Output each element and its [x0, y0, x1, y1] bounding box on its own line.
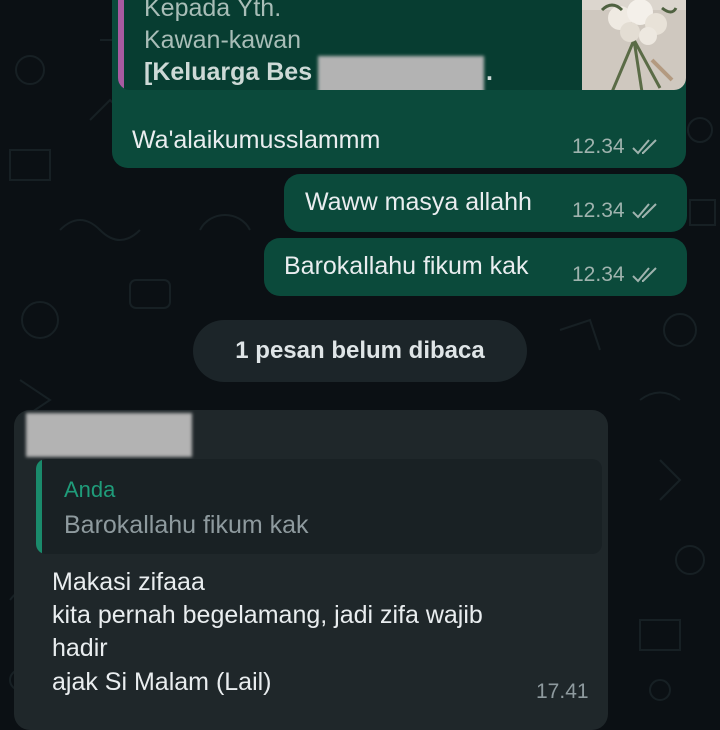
quote-line: Kawan-kawan	[144, 26, 302, 54]
outgoing-message[interactable]: Barokallahu fikum kak 12.34	[264, 238, 687, 296]
redacted-name-block	[318, 56, 484, 90]
double-check-icon	[631, 139, 657, 155]
unread-messages-divider: 1 pesan belum dibaca	[193, 320, 527, 382]
message-time: 12.34	[572, 199, 625, 222]
message-meta: 12.34	[572, 263, 661, 287]
quote-text: Barokallahu fikum kak	[64, 511, 309, 539]
redacted-sender-name	[26, 413, 192, 457]
outgoing-message[interactable]: Waww masya allahh 12.34	[284, 174, 687, 232]
message-time: 12.34	[572, 263, 625, 286]
double-check-icon	[631, 203, 657, 219]
quote-accent-bar	[118, 0, 124, 90]
quote-bold-line: [Keluarga Bes	[144, 58, 313, 86]
message-line: Makasi zifaaa	[52, 568, 205, 596]
message-text: Waww masya allahh	[305, 188, 532, 216]
reply-quote[interactable]: Anda Barokallahu fikum kak	[36, 459, 602, 554]
message-line: kita pernah begelamang, jadi zifa wajib	[52, 601, 483, 629]
quote-accent-bar	[36, 459, 42, 554]
message-line: hadir	[52, 634, 108, 662]
message-meta: 12.34	[572, 199, 661, 223]
message-time: 12.34	[572, 135, 625, 158]
message-text: Wa'alaikumusslammm	[132, 126, 381, 154]
quoted-message-preview[interactable]: Kepada Yth. Kawan-kawan [Keluarga Bes .	[118, 0, 686, 90]
outgoing-message-with-quote[interactable]: Kepada Yth. Kawan-kawan [Keluarga Bes . …	[112, 0, 686, 168]
message-text: Barokallahu fikum kak	[284, 252, 529, 280]
flower-bouquet-thumbnail[interactable]	[582, 0, 686, 90]
quote-line: Kepada Yth.	[144, 0, 282, 22]
double-check-icon	[631, 267, 657, 283]
quote-bold-suffix: .	[486, 58, 493, 86]
quote-author: Anda	[64, 477, 116, 502]
message-meta: 12.34	[572, 135, 661, 159]
message-line: ajak Si Malam (Lail)	[52, 668, 272, 696]
message-time: 17.41	[536, 680, 589, 703]
